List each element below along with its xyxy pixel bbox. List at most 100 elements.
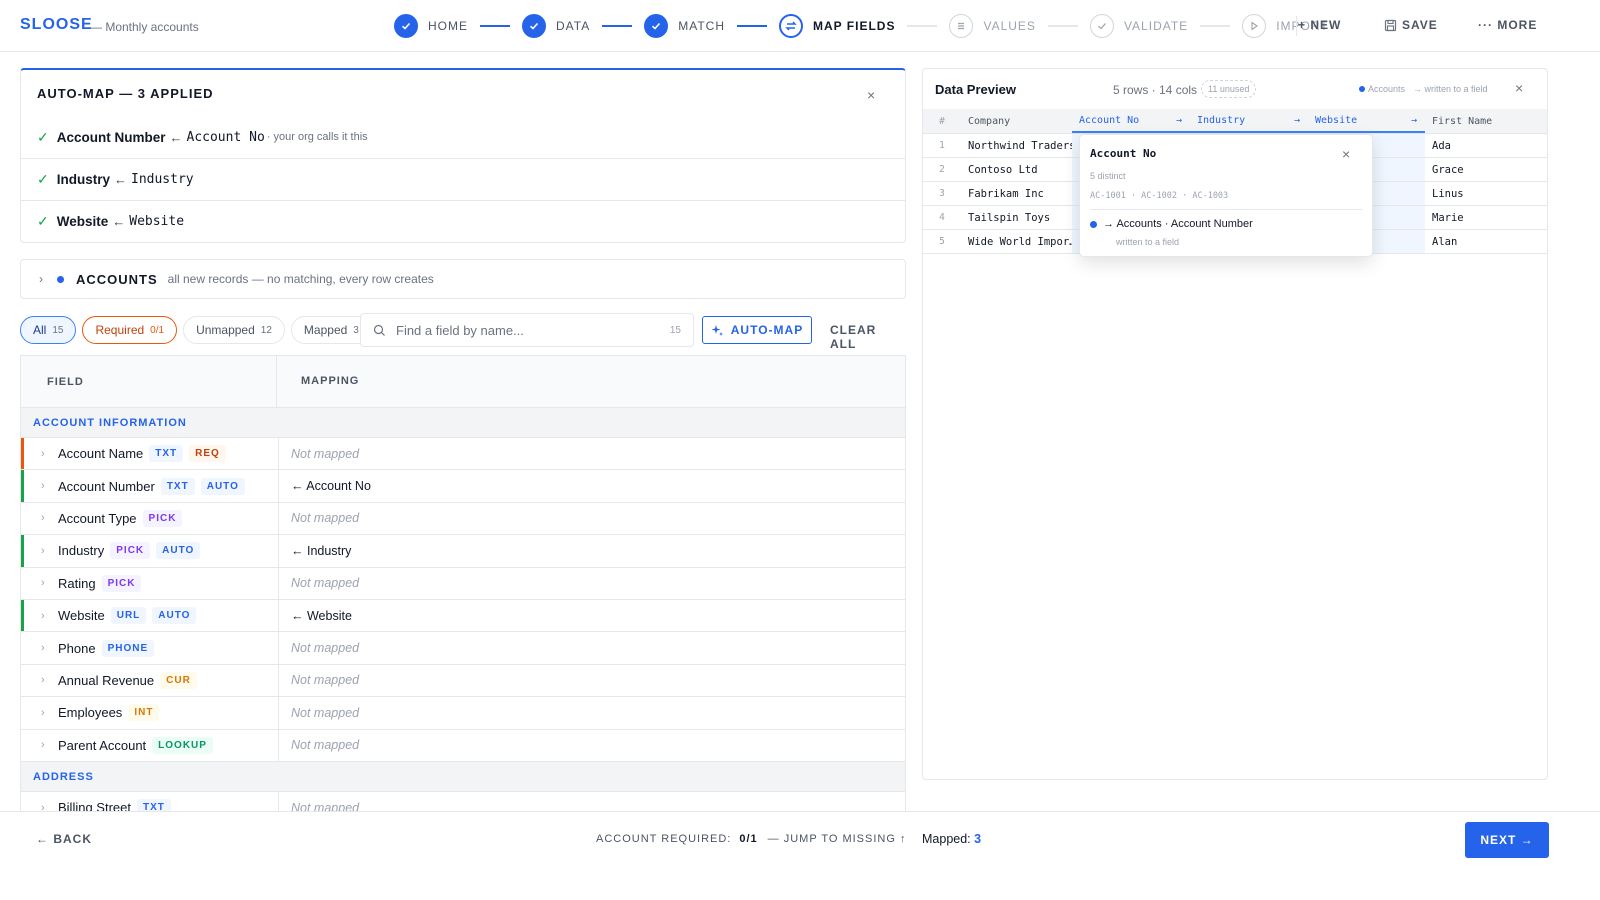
column-label: First Name bbox=[1432, 115, 1493, 127]
clear-all-button[interactable]: CLEAR ALL bbox=[830, 323, 876, 351]
step-match[interactable]: MATCH bbox=[644, 13, 725, 39]
step-map-fields[interactable]: MAP FIELDS bbox=[779, 13, 895, 39]
preview-cell: Northwind Traders bbox=[968, 139, 1072, 152]
preview-column-header[interactable]: # bbox=[923, 109, 961, 133]
chevron-right-icon[interactable]: › bbox=[41, 642, 45, 654]
automap-button[interactable]: AUTO-MAP bbox=[702, 316, 812, 344]
chevron-right-icon[interactable]: › bbox=[41, 674, 45, 686]
column-label: Account No bbox=[1079, 114, 1140, 126]
source-column: Account No bbox=[186, 129, 265, 145]
field-row[interactable]: › Rating PICK Not mapped bbox=[21, 567, 905, 600]
type-badge: TXT bbox=[136, 799, 171, 811]
field-row[interactable]: › Account Name TXT REQ Not mapped bbox=[21, 438, 905, 471]
close-icon[interactable]: × bbox=[1342, 147, 1350, 161]
close-icon[interactable]: × bbox=[1515, 81, 1523, 95]
status-indicator bbox=[21, 730, 24, 761]
chip-count: 15 bbox=[52, 324, 64, 336]
more-button[interactable]: ··· MORE bbox=[1478, 18, 1537, 32]
field-name: Account Number bbox=[56, 129, 166, 145]
app-logo[interactable]: SLOOSE bbox=[20, 16, 93, 34]
column-label: # bbox=[939, 115, 945, 127]
save-icon bbox=[1384, 19, 1397, 32]
chevron-right-icon[interactable]: › bbox=[41, 739, 45, 751]
preview-column-header[interactable]: Industry → bbox=[1190, 109, 1308, 133]
field-row[interactable]: › Parent Account LOOKUP Not mapped bbox=[21, 729, 905, 762]
preview-column-header[interactable]: Account No → bbox=[1072, 109, 1190, 133]
mapping-value[interactable]: Not mapped bbox=[291, 641, 359, 655]
preview-column-header[interactable]: Website → bbox=[1308, 109, 1425, 133]
type-badge: PICK bbox=[110, 542, 151, 560]
step-validate[interactable]: VALIDATE bbox=[1089, 13, 1188, 39]
chevron-right-icon[interactable]: › bbox=[41, 707, 45, 719]
chevron-right-icon[interactable]: › bbox=[41, 480, 45, 492]
filter-chip-unmapped[interactable]: Unmapped 12 bbox=[183, 316, 285, 344]
chevron-right-icon[interactable]: › bbox=[41, 512, 45, 524]
back-button[interactable]: ← BACK bbox=[36, 832, 92, 846]
required-label: ACCOUNT REQUIRED: bbox=[596, 833, 732, 845]
chevron-right-icon[interactable]: › bbox=[41, 448, 45, 460]
field-row[interactable]: › Industry PICK AUTO ← Industry bbox=[21, 535, 905, 568]
swap-icon bbox=[779, 14, 804, 38]
step-values[interactable]: VALUES bbox=[949, 13, 1035, 39]
type-badge: TXT bbox=[160, 477, 195, 495]
arrow-right-icon: → bbox=[1410, 114, 1417, 126]
step-data[interactable]: DATA bbox=[522, 13, 590, 39]
filter-bar: All15 Required0/1 Unmapped12 Mapped3 15 … bbox=[20, 313, 875, 351]
step-connector bbox=[480, 25, 510, 27]
column-header-mapping: MAPPING bbox=[301, 375, 360, 387]
field-row[interactable]: › Employees INT Not mapped bbox=[21, 697, 905, 730]
column-divider bbox=[278, 600, 279, 632]
mapping-value[interactable]: Not mapped bbox=[291, 706, 359, 720]
mapping-value[interactable]: Not mapped bbox=[291, 576, 359, 590]
jump-to-missing-link[interactable]: — JUMP TO MISSING ↑ bbox=[768, 833, 907, 845]
preview-column-header[interactable]: First Name bbox=[1425, 109, 1547, 133]
type-badge: TXT bbox=[149, 445, 184, 463]
preview-cell: Wide World Impor… bbox=[968, 235, 1072, 248]
column-divider bbox=[278, 632, 279, 664]
next-button[interactable]: NEXT → bbox=[1465, 822, 1549, 858]
field-name-cell: Account Number TXT AUTO bbox=[58, 477, 245, 495]
field-name-cell: Annual Revenue CUR bbox=[58, 671, 197, 689]
mapping-value[interactable]: ← Website bbox=[291, 609, 352, 623]
field-row[interactable]: › Annual Revenue CUR Not mapped bbox=[21, 664, 905, 698]
mapping-value[interactable]: Not mapped bbox=[291, 673, 359, 687]
column-divider bbox=[278, 697, 279, 729]
type-badge: PICK bbox=[101, 574, 142, 592]
filter-chip-all[interactable]: All 15 bbox=[20, 316, 77, 344]
save-button[interactable]: SAVE bbox=[1384, 18, 1438, 32]
search-input[interactable] bbox=[396, 322, 646, 338]
chevron-right-icon[interactable]: › bbox=[41, 545, 45, 557]
field-row[interactable]: › Billing Street TXT Not mapped bbox=[21, 792, 905, 811]
column-header-field: FIELD bbox=[47, 376, 84, 388]
mapping-value[interactable]: Not mapped bbox=[291, 738, 359, 752]
chevron-right-icon[interactable]: › bbox=[41, 577, 45, 589]
field-name: Billing Street bbox=[58, 800, 131, 811]
mapping-value[interactable]: Not mapped bbox=[291, 447, 359, 461]
filter-chip-required[interactable]: Required 0/1 bbox=[82, 316, 178, 344]
field-row[interactable]: › Account Type PICK Not mapped bbox=[21, 502, 905, 536]
check-icon bbox=[1089, 14, 1114, 38]
unused-badge[interactable]: 11 unused bbox=[1201, 80, 1257, 98]
field-search: 15 bbox=[360, 313, 694, 347]
step-connector bbox=[602, 25, 633, 27]
close-icon[interactable]: × bbox=[867, 88, 875, 102]
new-button[interactable]: + NEW bbox=[1298, 18, 1341, 32]
field-row[interactable]: › Website URL AUTO ← Website bbox=[21, 600, 905, 633]
chevron-right-icon[interactable]: › bbox=[41, 802, 45, 811]
step-home[interactable]: HOME bbox=[394, 13, 468, 39]
destination-field[interactable]: → Accounts · Account Number bbox=[1090, 218, 1253, 230]
mapping-value[interactable]: Not mapped bbox=[291, 801, 359, 811]
check-icon: ✓ bbox=[37, 213, 49, 229]
chevron-right-icon[interactable]: › bbox=[41, 610, 45, 622]
field-name: Annual Revenue bbox=[58, 672, 155, 688]
automap-row: ✓ Industry ← Industry bbox=[21, 158, 905, 200]
mapping-value[interactable]: Not mapped bbox=[291, 511, 359, 525]
mapping-value[interactable]: ← Account No bbox=[291, 479, 371, 493]
object-bar-accounts[interactable]: › ACCOUNTS all new records — no matching… bbox=[20, 259, 906, 299]
save-label: SAVE bbox=[1402, 18, 1438, 32]
field-row[interactable]: › Phone PHONE Not mapped bbox=[21, 632, 905, 665]
preview-column-header[interactable]: Company bbox=[961, 109, 1072, 133]
field-row[interactable]: › Account Number TXT AUTO ← Account No bbox=[21, 470, 905, 503]
automap-note: · your org calls it this bbox=[266, 131, 368, 143]
mapping-value[interactable]: ← Industry bbox=[291, 544, 351, 558]
